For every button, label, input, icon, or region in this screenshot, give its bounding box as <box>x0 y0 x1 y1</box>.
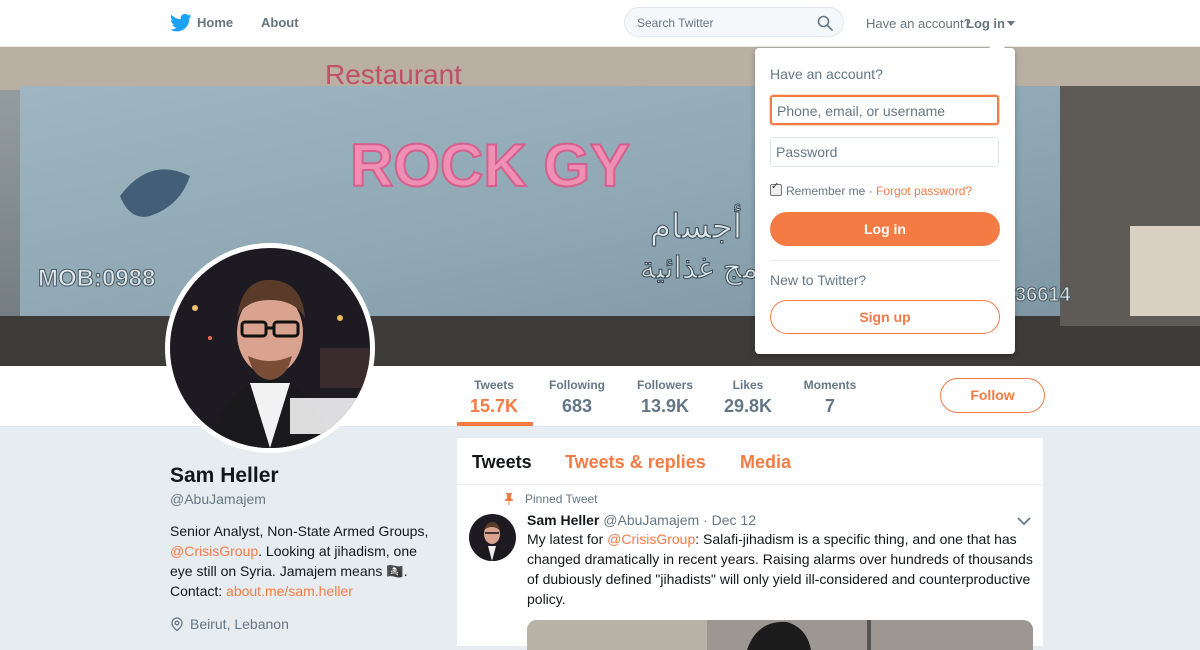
stat-label: Moments <box>803 378 857 392</box>
dropdown-divider <box>770 260 1000 261</box>
have-account-text: Have an account? <box>866 16 971 31</box>
banner-mob-text: MOB:0988 <box>38 265 155 292</box>
avatar-caption-org: مجموعة الأزمات <box>355 420 370 430</box>
active-tab-underline <box>457 422 533 426</box>
chevron-down-icon[interactable] <box>1017 516 1031 526</box>
signup-button[interactable]: Sign up <box>770 300 1000 334</box>
remember-me-label[interactable]: Remember me <box>786 184 865 198</box>
tweet-media-image[interactable] <box>527 620 1033 650</box>
profile-name[interactable]: Sam Heller <box>170 464 279 488</box>
search-box[interactable]: Search Twitter <box>624 7 844 37</box>
top-navigation-bar: Home About Search Twitter Have an accoun… <box>0 0 1200 47</box>
tab-tweets[interactable]: Tweets <box>472 452 532 473</box>
stat-tweets[interactable]: Tweets 15.7K <box>470 378 518 417</box>
profile-handle[interactable]: @AbuJamajem <box>170 491 266 507</box>
login-dropdown-toggle[interactable]: Log in <box>966 16 1005 31</box>
tweet-header: Sam Heller @AbuJamajem · Dec 12 <box>527 512 756 528</box>
stat-value: 29.8K <box>723 396 773 416</box>
stat-likes[interactable]: Likes 29.8K <box>723 378 773 417</box>
login-dropdown: Have an account? Phone, email, or userna… <box>755 40 1015 354</box>
stat-moments[interactable]: Moments 7 <box>802 378 858 417</box>
tab-media[interactable]: Media <box>740 452 791 473</box>
banner-right-number: 36614 <box>1015 284 1071 306</box>
profile-avatar[interactable]: م هيلر مجموعة الأزمات <box>165 243 375 453</box>
tweet-date-separator: · <box>703 512 708 528</box>
search-input[interactable]: Search Twitter <box>637 16 713 30</box>
tweet-date[interactable]: Dec 12 <box>712 512 756 528</box>
new-to-twitter-text: New to Twitter? <box>770 272 867 288</box>
tweet-author-handle[interactable]: @AbuJamajem <box>603 512 699 528</box>
avatar-caption-name: م هيلر <box>354 404 370 417</box>
stat-value: 7 <box>824 396 835 416</box>
password-field[interactable]: Password <box>770 137 999 167</box>
tweet-author-name[interactable]: Sam Heller <box>527 512 599 528</box>
pirate-flag-emoji: 🏴‍☠️ <box>386 563 404 579</box>
tab-tweets-and-replies[interactable]: Tweets & replies <box>565 452 706 473</box>
pinned-tweet-label: Pinned Tweet <box>525 492 598 506</box>
stat-followers[interactable]: Followers 13.9K <box>636 378 694 417</box>
dropdown-arrow <box>989 40 1005 48</box>
banner-main-sign-text: ROCK GY <box>350 132 630 199</box>
timeline-tabs: Tweets Tweets & replies Media <box>457 438 1043 485</box>
login-button[interactable]: Log in <box>770 212 1000 246</box>
username-field[interactable]: Phone, email, or username <box>770 95 999 125</box>
pushpin-icon <box>505 493 513 505</box>
twitter-bird-icon[interactable] <box>170 13 192 33</box>
nav-about-link[interactable]: About <box>261 15 299 30</box>
stat-label: Followers <box>636 378 693 392</box>
tweet-mention-link[interactable]: @CrisisGroup <box>607 531 695 547</box>
caret-down-icon[interactable] <box>1007 21 1015 26</box>
stat-label: Following <box>549 378 605 392</box>
stat-label: Likes <box>732 378 764 392</box>
tweet-avatar[interactable] <box>469 514 516 561</box>
tweet-text: My latest for @CrisisGroup: Salafi-jihad… <box>527 529 1037 609</box>
follow-button[interactable]: Follow <box>940 378 1045 413</box>
tweet-text-part: My latest for <box>527 531 608 547</box>
login-dropdown-title: Have an account? <box>770 66 883 82</box>
remember-separator: · <box>865 184 877 198</box>
bio-crisisgroup-link[interactable]: @CrisisGroup <box>170 543 258 559</box>
nav-home-link[interactable]: Home <box>197 15 233 30</box>
stat-value: 13.9K <box>640 396 690 416</box>
timeline: Tweets Tweets & replies Media Pinned Twe… <box>456 437 1044 650</box>
remember-me-checkbox-icon[interactable] <box>770 181 782 196</box>
bio-contact-link[interactable]: about.me/sam.heller <box>226 583 353 599</box>
remember-me-row: Remember me · Forgot password? <box>770 181 972 198</box>
stat-following[interactable]: Following 683 <box>548 378 606 417</box>
stat-label: Tweets <box>474 378 514 392</box>
location-pin-icon <box>171 617 183 631</box>
search-icon[interactable] <box>817 15 833 31</box>
profile-bio: Senior Analyst, Non-State Armed Groups, … <box>170 521 440 601</box>
forgot-password-link[interactable]: Forgot password? <box>876 184 972 198</box>
banner-restaurant-text: Restaurant <box>325 59 462 90</box>
bio-text: Senior Analyst, Non-State Armed Groups, <box>170 523 429 539</box>
stat-value: 15.7K <box>470 396 519 416</box>
stat-value: 683 <box>561 396 593 416</box>
